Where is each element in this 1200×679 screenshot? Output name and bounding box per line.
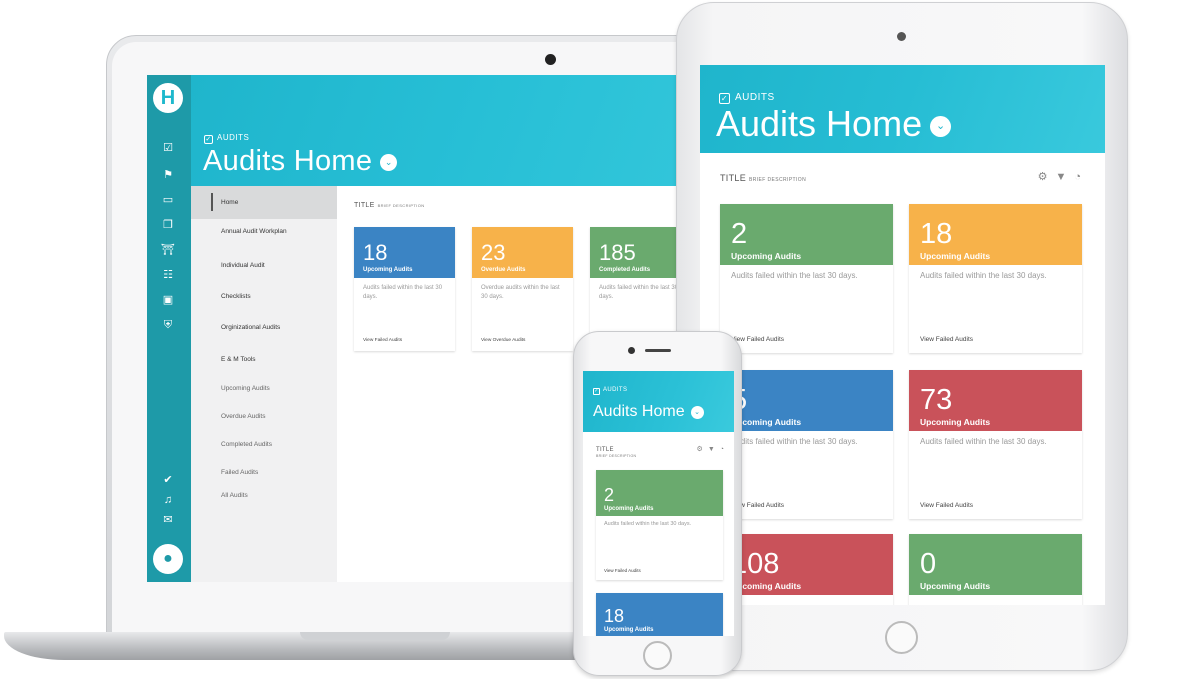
view-link[interactable]: View Overdue Audits xyxy=(481,338,525,343)
filter-icon[interactable]: ▼ xyxy=(1055,171,1066,183)
pie-chart-icon[interactable]: ◔ xyxy=(720,446,724,453)
checkbox-icon[interactable]: ☑ xyxy=(161,141,175,155)
breadcrumb[interactable]: ✓ AUDITS xyxy=(593,387,627,395)
nav-item-annual-audit-workplan[interactable]: Annual Audit Workplan xyxy=(221,228,287,235)
nav-active-indicator xyxy=(211,193,213,211)
stat-card[interactable]: 73 Upcoming Audits Audits failed within … xyxy=(909,370,1082,519)
laptop-camera xyxy=(545,54,556,65)
section-header: TITLE BRIEF DESCRIPTION xyxy=(354,202,425,209)
chevron-down-icon[interactable]: ⌄ xyxy=(930,116,952,137)
stat-card[interactable]: 108 Upcoming Audits xyxy=(720,534,893,605)
header-banner: ✓ AUDITS Audits Home ⌄ xyxy=(700,65,1105,153)
shield-icon[interactable]: ⛨ xyxy=(161,318,175,332)
check-badge-icon[interactable]: ✔ xyxy=(161,473,175,487)
tablet-camera xyxy=(897,32,906,41)
stat-card[interactable]: 23 Overdue Audits Overdue audits within … xyxy=(472,227,573,351)
header-banner: ✓ AUDITS Audits Home ⌄ xyxy=(191,75,692,186)
gear-icon[interactable]: ⚙ xyxy=(697,445,703,453)
view-link[interactable]: View Failed Audits xyxy=(920,336,973,343)
stat-card[interactable]: 18 Upcoming Audits Audits failed within … xyxy=(354,227,455,351)
checkbox-icon: ✓ xyxy=(593,388,600,395)
stat-card[interactable]: 18 Upcoming Audits xyxy=(596,593,723,636)
page-title: Audits Home ⌄ xyxy=(203,145,398,178)
tablet-home-button xyxy=(885,621,918,654)
nav-item-checklists[interactable]: Checklists xyxy=(221,293,251,300)
nav-item-individual-audit[interactable]: Individual Audit xyxy=(221,262,265,269)
nav-subitem-overdue[interactable]: Overdue Audits xyxy=(221,413,265,420)
phone-screen: ✓ AUDITS Audits Home ⌄ TITLE BRIEF DESCRIPT… xyxy=(583,371,734,636)
documents-icon[interactable]: ❐ xyxy=(161,218,175,232)
section-header: TITLE BRIEF DESCRIPTION xyxy=(596,447,637,458)
stat-card[interactable]: 2 Upcoming Audits Audits failed within t… xyxy=(720,204,893,353)
phone-speaker xyxy=(645,349,671,352)
stat-card[interactable]: 5 Upcoming Audits Audits failed within t… xyxy=(720,370,893,519)
icon-rail: H ☑ ⚑ ▭ ❐ ⛩ ☷ ▣ ⛨ ✔ ♫ ✉ ● xyxy=(147,75,191,582)
nav-item-home[interactable]: Home xyxy=(221,199,238,206)
nav-item-organizational-audits[interactable]: Orginizational Audits xyxy=(221,324,280,331)
chevron-down-icon[interactable]: ⌄ xyxy=(690,406,704,419)
laptop-notch xyxy=(300,632,450,640)
logo-icon[interactable]: H xyxy=(153,83,183,113)
section-header: TITLE BRIEF DESCRIPTION xyxy=(720,173,807,183)
bank-icon[interactable]: ⛩ xyxy=(161,243,175,257)
stat-card[interactable]: 0 Upcoming Audits xyxy=(909,534,1082,605)
header-banner: ✓ AUDITS Audits Home ⌄ xyxy=(583,371,734,432)
nav-subitem-failed[interactable]: Failed Audits xyxy=(221,469,258,476)
phone-home-button xyxy=(643,641,672,670)
view-link[interactable]: View Failed Audits xyxy=(363,338,402,343)
chevron-down-icon[interactable]: ⌄ xyxy=(380,154,398,171)
toolbar: ⚙ ▼ ◔ xyxy=(692,445,724,453)
phone-camera xyxy=(628,347,635,354)
stat-card[interactable]: 18 Upcoming Audits Audits failed within … xyxy=(909,204,1082,353)
stat-card[interactable]: 2 Upcoming Audits Audits failed within t… xyxy=(596,470,723,580)
view-link[interactable]: View Failed Audits xyxy=(920,502,973,509)
folder-icon[interactable]: ▭ xyxy=(161,193,175,207)
flag-icon[interactable]: ⚑ xyxy=(161,168,175,182)
filter-icon[interactable]: ▼ xyxy=(708,446,715,453)
page-title: Audits Home ⌄ xyxy=(716,103,952,145)
view-link[interactable]: View Failed Audits xyxy=(731,336,784,343)
briefcase-icon[interactable]: ▣ xyxy=(161,293,175,307)
tablet-screen: ✓ AUDITS Audits Home ⌄ TITLE BRIEF DESCRIPT… xyxy=(700,65,1105,605)
page-title: Audits Home ⌄ xyxy=(593,403,704,421)
nav-item-em-tools[interactable]: E & M Tools xyxy=(221,356,256,363)
nav-subitem-completed[interactable]: Completed Audits xyxy=(221,441,272,448)
org-chart-icon[interactable]: ☷ xyxy=(161,268,175,282)
mail-icon[interactable]: ✉ xyxy=(161,513,175,527)
gear-icon[interactable]: ⚙ xyxy=(1038,170,1048,183)
user-avatar-icon[interactable]: ● xyxy=(153,544,183,574)
view-link[interactable]: View Failed Audits xyxy=(604,568,641,573)
breadcrumb[interactable]: ✓ AUDITS xyxy=(204,133,249,144)
nav-active-highlight xyxy=(191,186,337,219)
nav-subitem-upcoming[interactable]: Upcoming Audits xyxy=(221,385,270,392)
side-nav: Home Annual Audit Workplan Individual Au… xyxy=(191,186,337,582)
toolbar: ⚙ ▼ ◔ xyxy=(1030,170,1081,183)
checkbox-icon: ✓ xyxy=(204,135,213,144)
nav-subitem-all[interactable]: All Audits xyxy=(221,492,248,499)
bell-icon[interactable]: ♫ xyxy=(161,493,175,507)
pie-chart-icon[interactable]: ◔ xyxy=(1074,171,1081,183)
